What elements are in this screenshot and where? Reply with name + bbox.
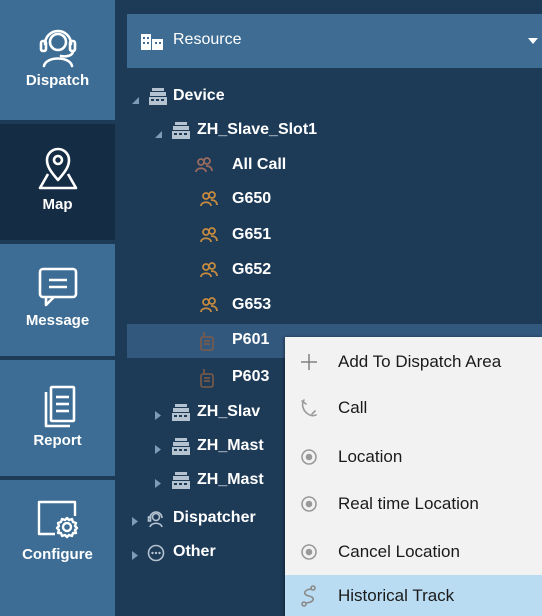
tree-node-label: Device (173, 87, 225, 104)
plus-icon (299, 352, 319, 377)
location-icon (299, 542, 319, 567)
tree-node-label: ZH_Slave_Slot1 (197, 121, 318, 138)
nav-message[interactable]: Message (0, 244, 115, 356)
expand-arrow-icon[interactable] (132, 513, 138, 531)
expand-arrow-icon[interactable] (155, 407, 161, 425)
tree-node-label: G651 (232, 226, 272, 243)
radio-icon (200, 369, 214, 393)
tree-node-label: G650 (232, 190, 272, 207)
headset-icon (36, 22, 80, 68)
group-icon (200, 262, 218, 284)
tree-node-label: Dispatcher (173, 509, 256, 526)
chevron-down-icon[interactable] (528, 38, 538, 44)
menu-item-label: Real time Location (338, 494, 479, 513)
group-icon (200, 227, 218, 249)
expand-arrow-icon[interactable] (155, 475, 161, 493)
menu-item-location[interactable]: Location (285, 434, 542, 480)
nav-map[interactable]: Map (0, 124, 115, 240)
tree-node-label: P601 (232, 331, 270, 348)
nav-label: Map (42, 196, 73, 213)
dispatcher-icon (147, 509, 165, 533)
resource-label: Resource (173, 31, 242, 48)
left-nav: Dispatch Map Message Report Configure (0, 0, 115, 616)
menu-item-cancel-location[interactable]: Cancel Location (285, 529, 542, 575)
nav-configure[interactable]: Configure (0, 480, 115, 616)
radio-icon (200, 332, 214, 356)
tree-node-label: ZH_Mast (197, 471, 264, 488)
tree-node-label: G652 (232, 261, 272, 278)
menu-item-label: Location (338, 447, 403, 466)
location-icon (299, 494, 319, 519)
menu-item-label: Call (338, 398, 368, 417)
expand-arrow-icon[interactable] (155, 126, 163, 144)
menu-item-real-time-location[interactable]: Real time Location (285, 481, 542, 527)
location-icon (299, 447, 319, 472)
nav-label: Report (33, 432, 82, 449)
tree-node-all-call[interactable]: All Call (127, 149, 542, 183)
tree-node-label: All Call (232, 156, 287, 173)
nav-report[interactable]: Report (0, 360, 115, 476)
tree-node-device[interactable]: Device (127, 80, 542, 114)
menu-item-label: Add To Dispatch Area (338, 352, 502, 371)
tree-node-label: P603 (232, 368, 270, 385)
device-icon (149, 88, 167, 110)
nav-label: Configure (22, 546, 93, 563)
menu-item-add-to-dispatch-area[interactable]: Add To Dispatch Area (285, 339, 542, 385)
resource-dropdown[interactable]: Resource (127, 14, 542, 68)
message-icon (36, 266, 80, 308)
nav-label: Dispatch (25, 72, 90, 89)
group-icon (200, 191, 218, 213)
tree-node-g650[interactable]: G650 (127, 183, 542, 217)
group-icon (200, 297, 218, 319)
device-icon (172, 438, 190, 460)
tree-node-g653[interactable]: G653 (127, 289, 542, 323)
tree-node-g651[interactable]: G651 (127, 219, 542, 253)
panel-gap (115, 0, 127, 616)
nav-dispatch[interactable]: Dispatch (0, 8, 115, 120)
group-icon (195, 157, 213, 179)
report-icon (38, 384, 78, 428)
expand-arrow-icon[interactable] (132, 92, 140, 110)
expand-arrow-icon[interactable] (155, 441, 161, 459)
building-icon (141, 34, 163, 55)
nav-label: Message (25, 312, 90, 329)
tree-node-label: Other (173, 543, 216, 560)
menu-item-label: Historical Track (338, 586, 455, 605)
device-icon (172, 472, 190, 494)
phone-icon (299, 398, 319, 423)
device-icon (172, 404, 190, 426)
tree-node-label: ZH_Mast (197, 437, 264, 454)
menu-item-historical-track[interactable]: Historical Track (285, 575, 542, 616)
expand-arrow-icon[interactable] (132, 547, 138, 565)
tree-node-zh-slave-slot1[interactable]: ZH_Slave_Slot1 (127, 114, 542, 148)
tree-node-label: ZH_Slav (197, 403, 261, 420)
configure-icon (35, 496, 81, 542)
tree-node-label: G653 (232, 296, 272, 313)
more-icon (147, 544, 165, 567)
device-icon (172, 122, 190, 144)
menu-item-label: Cancel Location (338, 542, 460, 561)
menu-item-call[interactable]: Call (285, 385, 542, 431)
track-icon (299, 585, 319, 612)
tree-node-g652[interactable]: G652 (127, 254, 542, 288)
map-pin-icon (36, 144, 80, 192)
context-menu: Add To Dispatch Area Call Location Real … (285, 337, 542, 616)
